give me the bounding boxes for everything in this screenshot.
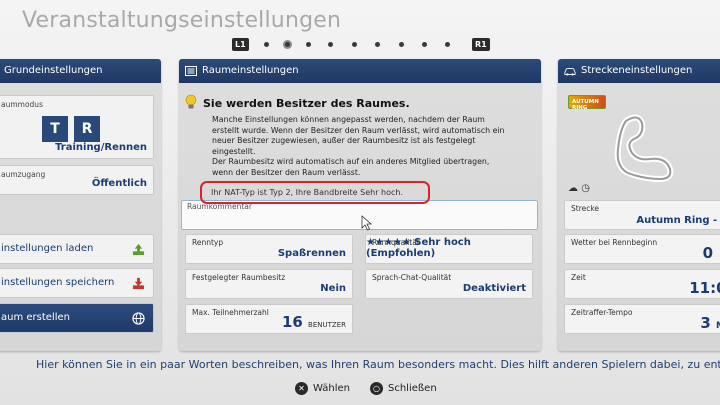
load-settings-button[interactable]: instellungen laden (0, 234, 154, 264)
car-icon (564, 68, 576, 76)
pager-dot (328, 42, 333, 47)
close-control[interactable]: ○ Schließen (369, 382, 437, 395)
info-line: Manche Einstellungen können angepasst we… (212, 115, 485, 124)
setting-value: 11:00 (689, 279, 720, 297)
time-setting[interactable]: Zeit 11:00 (564, 269, 720, 299)
info-line: neuer Besitzer zugewiesen, außer der Rau… (212, 136, 476, 146)
setting-value: Autumn Ring - Mir (636, 215, 720, 226)
setting-label: Zeit (571, 273, 586, 282)
r1-button[interactable]: R1 (472, 38, 490, 51)
room-mode-value: Training/Rennen (55, 142, 147, 153)
pager-dot (264, 42, 269, 47)
fixed-owner-setting[interactable]: Festgelegter Raumbesitz Nein (185, 269, 353, 299)
circle-button-icon: ○ (369, 382, 383, 395)
track-logo: AUTUMN RING (568, 95, 606, 111)
cross-button-icon: ✕ (295, 382, 308, 395)
lightbulb-icon (185, 94, 197, 109)
footer-controls: ✕ Wählen ○ Schließen (295, 382, 437, 395)
panel-header: Streckeneinstellungen (558, 59, 720, 83)
setting-value: 3 M (700, 314, 720, 332)
max-players-value: 16 (281, 313, 303, 331)
pager-dot (445, 42, 450, 47)
setting-value: Deaktiviert (462, 283, 526, 294)
track-logo-text: AUTUMN RING (572, 99, 599, 111)
weather-setting[interactable]: Wetter bei Rennbeginn 0 (564, 234, 720, 264)
time-lapse-value: 3 (700, 314, 711, 332)
help-text: Hier können Sie in ein paar Worten besch… (36, 358, 720, 371)
page-pager: L1 R1 (232, 38, 490, 52)
room-access-card[interactable]: aumzugang Öffentlich (0, 165, 154, 195)
cloud-icon: ☁ (568, 183, 578, 194)
nat-info-text: Ihr NAT-Typ ist Typ 2, Ihre Bandbreite S… (211, 188, 404, 197)
pager-dot (375, 42, 380, 47)
training-box: T (42, 116, 68, 142)
close-label: Schließen (387, 383, 437, 394)
panel-title: Streckeneinstellungen (581, 65, 693, 76)
panel-header: Grundeinstellungen (0, 59, 161, 83)
setting-label: Strecke (571, 204, 600, 213)
race-type-setting[interactable]: Renntyp Spaßrennen (185, 234, 353, 264)
setting-value: 16 BENUTZER (282, 313, 346, 331)
download-icon (132, 277, 145, 290)
setting-value: Nein (320, 283, 346, 294)
select-label: Wählen (313, 383, 350, 394)
setting-value: Spaßrennen (277, 248, 346, 259)
max-players-unit: BENUTZER (308, 321, 346, 329)
setting-value: ★★★★★ Sehr hoch (Empfohlen) (366, 237, 471, 259)
pager-dot (306, 42, 311, 47)
voice-chat-setting[interactable]: Sprach-Chat-Qualität Deaktiviert (365, 269, 533, 299)
save-settings-button[interactable]: instellungen speichern (0, 268, 154, 298)
pager-dot (399, 42, 404, 47)
info-text: Manche Einstellungen können angepasst we… (212, 115, 532, 179)
setting-label: Sprach-Chat-Qualität (372, 273, 452, 282)
info-line: eingestellt. (212, 146, 256, 156)
time-lapse-unit: M (716, 321, 720, 331)
mouse-cursor-icon (361, 215, 373, 231)
select-control[interactable]: ✕ Wählen (295, 382, 350, 395)
setting-label: Renntyp (192, 238, 224, 247)
setting-label: Wetter bei Rennbeginn (571, 238, 658, 247)
page-title: Veranstaltungseinstellungen (22, 8, 342, 33)
globe-icon (132, 312, 145, 325)
basic-settings-panel: Grundeinstellungen aummodus T R Training… (0, 59, 161, 351)
track-setting[interactable]: Strecke Autumn Ring - Mir (564, 200, 720, 230)
upload-icon (132, 243, 145, 256)
setting-label: Zeitraffer-Tempo (571, 308, 633, 317)
race-quality-setting[interactable]: Rennqualität ★★★★★ Sehr hoch (Empfohlen) (365, 234, 533, 264)
weather-icons: ☁ ◷ (568, 183, 590, 194)
room-mode-card[interactable]: aummodus T R Training/Rennen (0, 95, 154, 159)
track-map (614, 114, 674, 182)
action-label: aum erstellen (1, 312, 70, 323)
panel-title: Raumeinstellungen (202, 65, 299, 76)
action-label: instellungen speichern (1, 277, 115, 288)
pager-dot (422, 42, 427, 47)
setting-label: Max. Teilnehmerzahl (192, 308, 269, 317)
action-label: instellungen laden (1, 243, 94, 254)
panel-header: Raumeinstellungen (179, 59, 541, 83)
info-line: wenn der Besitzer den Raum verlässt. (212, 167, 361, 177)
create-room-button[interactable]: aum erstellen (0, 303, 154, 333)
room-comment-input[interactable]: Raumkommentar (181, 200, 538, 230)
room-access-label: aumzugang (1, 170, 46, 179)
time-lapse-setting[interactable]: Zeitraffer-Tempo 3 M (564, 304, 720, 334)
race-box: R (74, 116, 100, 142)
panel-title: Grundeinstellungen (4, 65, 103, 76)
info-line: erstellt wurde. Wenn der Besitzer den Ra… (212, 125, 505, 135)
setting-value: 0 (702, 244, 713, 262)
room-mode-label: aummodus (1, 100, 43, 109)
track-settings-panel: Streckeneinstellungen AUTUMN RING ☁ ◷ St… (558, 59, 720, 351)
room-settings-panel: Raumeinstellungen Sie werden Besitzer de… (179, 59, 541, 351)
max-players-setting[interactable]: Max. Teilnehmerzahl 16 BENUTZER (185, 304, 353, 334)
room-access-value: Öffentlich (91, 178, 147, 189)
list-icon (185, 66, 197, 76)
pager-dot-active (283, 40, 292, 49)
setting-label: Festgelegter Raumbesitz (192, 273, 286, 282)
l1-button[interactable]: L1 (232, 38, 249, 51)
info-heading: Sie werden Besitzer des Raumes. (203, 97, 410, 110)
pager-dot (352, 42, 357, 47)
info-line: Der Raumbesitz wird automatisch auf ein … (212, 157, 490, 167)
clock-icon: ◷ (581, 183, 590, 194)
